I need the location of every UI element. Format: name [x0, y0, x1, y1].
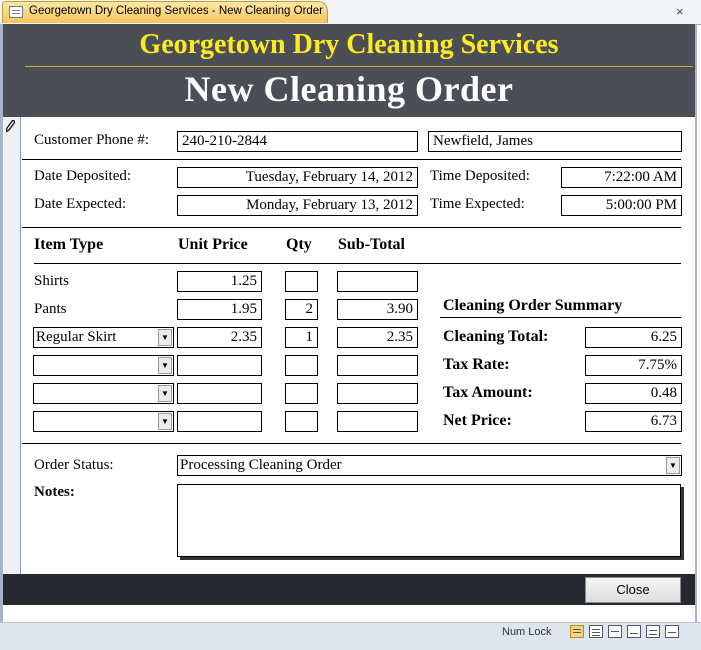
item-qty-field[interactable] — [285, 355, 318, 376]
pants-label: Pants — [34, 301, 67, 317]
dropdown-arrow-icon[interactable]: ▼ — [158, 357, 172, 374]
date-expected-label: Date Expected: — [34, 196, 127, 212]
datasheet-view-icon[interactable] — [589, 625, 603, 638]
dropdown-arrow-icon[interactable]: ▼ — [158, 413, 172, 430]
document-tab[interactable]: Georgetown Dry Cleaning Services - New C… — [2, 1, 328, 23]
tax-rate-label: Tax Rate: — [443, 356, 510, 373]
tax-amount-label: Tax Amount: — [443, 384, 533, 401]
qty-header: Qty — [286, 236, 312, 253]
item-qty-field[interactable]: 1 — [285, 327, 318, 348]
time-deposited-field[interactable]: 7:22:00 AM — [561, 167, 682, 188]
customer-phone-field[interactable]: 240-210-2844 — [177, 131, 418, 152]
record-selector[interactable] — [3, 117, 21, 574]
item-type-combo[interactable]: Regular Skirt ▼ — [33, 327, 174, 348]
item-subtotal-field[interactable] — [337, 355, 418, 376]
customer-name-field[interactable]: Newfield, James — [428, 131, 682, 152]
shirts-label: Shirts — [34, 273, 70, 289]
window-frame-right — [695, 24, 697, 622]
section-divider — [22, 227, 681, 228]
order-status-label: Order Status: — [34, 457, 114, 473]
cleaning-total-label: Cleaning Total: — [443, 328, 549, 345]
customer-phone-label: Customer Phone #: — [34, 132, 149, 148]
net-price-label: Net Price: — [443, 412, 512, 429]
time-deposited-label: Time Deposited: — [430, 168, 530, 184]
close-button[interactable]: Close — [585, 577, 681, 603]
date-deposited-label: Date Deposited: — [34, 168, 132, 184]
net-price-field[interactable]: 6.73 — [585, 411, 682, 432]
items-header-divider — [34, 263, 681, 264]
item-qty-field[interactable] — [285, 383, 318, 404]
section-divider — [22, 159, 681, 160]
shirts-subtotal-field[interactable] — [337, 271, 418, 292]
item-type-combo[interactable]: ▼ — [33, 411, 174, 432]
form-icon — [9, 6, 23, 18]
shirts-qty-field[interactable] — [285, 271, 318, 292]
time-expected-label: Time Expected: — [430, 196, 525, 212]
item-qty-field[interactable] — [285, 411, 318, 432]
pivot-table-view-icon[interactable] — [608, 625, 622, 638]
pants-qty-field[interactable]: 2 — [285, 299, 318, 320]
summary-divider — [440, 317, 681, 318]
unit-price-header: Unit Price — [178, 236, 248, 253]
item-type-value: Regular Skirt — [36, 329, 117, 345]
item-unit-price-field[interactable] — [177, 383, 262, 404]
dropdown-arrow-icon[interactable]: ▼ — [158, 385, 172, 402]
form-view-icon[interactable] — [570, 625, 584, 638]
notes-field[interactable] — [177, 484, 681, 557]
dropdown-arrow-icon[interactable]: ▼ — [158, 329, 172, 346]
document-tab-title: Georgetown Dry Cleaning Services - New C… — [29, 5, 324, 17]
design-view-icon[interactable] — [665, 625, 679, 638]
tax-rate-field[interactable]: 7.75% — [585, 355, 682, 376]
subtotal-header: Sub-Total — [338, 236, 405, 253]
item-unit-price-field[interactable]: 2.35 — [177, 327, 262, 348]
summary-title: Cleaning Order Summary — [443, 297, 623, 314]
item-type-header: Item Type — [34, 236, 104, 253]
company-title: Georgetown Dry Cleaning Services — [139, 29, 559, 60]
item-subtotal-field[interactable] — [337, 383, 418, 404]
cleaning-total-field[interactable]: 6.25 — [585, 327, 682, 348]
pants-unit-price-field[interactable]: 1.95 — [177, 299, 262, 320]
tax-amount-field[interactable]: 0.48 — [585, 383, 682, 404]
form-title: New Cleaning Order — [184, 69, 514, 109]
date-expected-field[interactable]: Monday, February 13, 2012 — [177, 195, 418, 216]
item-subtotal-field[interactable] — [337, 411, 418, 432]
pencil-icon — [5, 119, 16, 136]
item-type-combo[interactable]: ▼ — [33, 383, 174, 404]
item-type-combo[interactable]: ▼ — [33, 355, 174, 376]
time-expected-field[interactable]: 5:00:00 PM — [561, 195, 682, 216]
date-deposited-field[interactable]: Tuesday, February 14, 2012 — [177, 167, 418, 188]
pants-subtotal-field[interactable]: 3.90 — [337, 299, 418, 320]
item-unit-price-field[interactable] — [177, 355, 262, 376]
num-lock-indicator: Num Lock — [502, 626, 552, 638]
close-icon[interactable]: × — [676, 4, 684, 19]
order-status-value: Processing Cleaning Order — [180, 457, 342, 473]
item-unit-price-field[interactable] — [177, 411, 262, 432]
notes-label: Notes: — [34, 484, 75, 500]
layout-view-icon[interactable] — [646, 625, 660, 638]
order-status-combo[interactable]: Processing Cleaning Order ▼ — [177, 455, 682, 476]
section-divider — [22, 443, 681, 444]
shirts-unit-price-field[interactable]: 1.25 — [177, 271, 262, 292]
header-divider — [25, 66, 693, 67]
dropdown-arrow-icon[interactable]: ▼ — [666, 457, 680, 474]
item-subtotal-field[interactable]: 2.35 — [337, 327, 418, 348]
pivot-chart-view-icon[interactable] — [627, 625, 641, 638]
